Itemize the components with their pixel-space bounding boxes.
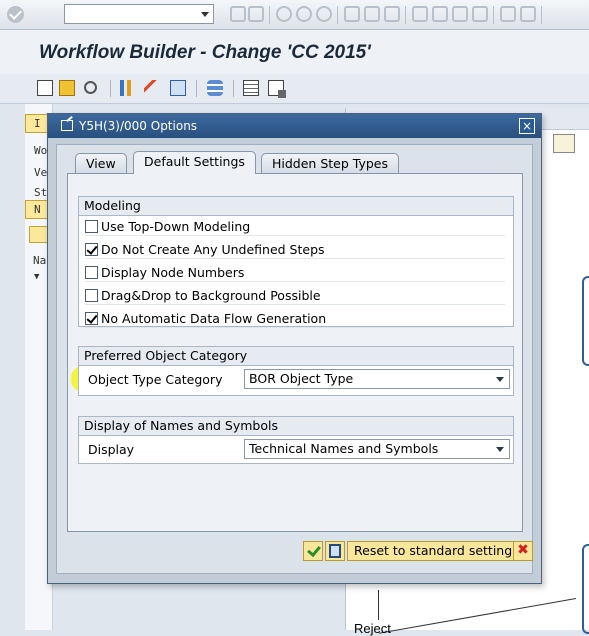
dialog-title: Y5H(3)/000 Options [79, 119, 198, 133]
default-settings-panel: Modeling Use Top-Down Modeling Do Not Cr… [67, 173, 523, 532]
display-label: Display [88, 442, 135, 457]
application-toolbar [0, 74, 589, 104]
open-folder-icon[interactable] [59, 80, 75, 96]
enter-check-icon[interactable] [7, 6, 24, 23]
modeling-group: Modeling [78, 196, 514, 327]
options-dialog: Y5H(3)/000 Options × View Default Settin… [47, 113, 542, 584]
find-icon[interactable] [364, 6, 380, 22]
object-type-category-select[interactable]: BOR Object Type [244, 369, 510, 389]
dialog-title-bar[interactable]: Y5H(3)/000 Options × [48, 114, 541, 138]
names-symbols-group: Display of Names and Symbols Display Tec… [78, 416, 514, 464]
flow-line [378, 590, 379, 620]
exit-icon[interactable] [296, 6, 312, 22]
workflow-node[interactable] [582, 276, 589, 366]
checkbox[interactable] [85, 289, 98, 302]
object-type-category-row: Object Type Category BOR Object Type [86, 368, 510, 390]
back-nav-icon[interactable] [276, 6, 292, 22]
tab-default-settings[interactable]: Default Settings [133, 151, 256, 174]
toolbar-separator [269, 6, 270, 24]
bg-text-wo: Wo [34, 144, 48, 157]
toolbar-separator [493, 6, 494, 24]
shortcut-icon[interactable] [520, 6, 536, 22]
names-symbols-heading: Display of Names and Symbols [79, 417, 513, 436]
toolbar-separator [196, 80, 197, 97]
previous-page-icon[interactable] [432, 6, 448, 22]
list-detail-icon[interactable] [268, 80, 286, 98]
option-label: No Automatic Data Flow Generation [101, 311, 327, 326]
tab-i-label: I [34, 117, 41, 130]
toolbar-separator [541, 6, 542, 24]
tab-hidden-step-types[interactable]: Hidden Step Types [261, 153, 399, 173]
list-icon[interactable] [243, 80, 259, 96]
display-glasses-icon[interactable] [84, 81, 97, 94]
option-display-node-numbers[interactable]: Display Node Numbers [85, 263, 505, 282]
checkbox-checked[interactable] [85, 312, 98, 325]
tab-n-label: N [34, 203, 41, 216]
back-icon[interactable] [230, 6, 246, 22]
checkbox-checked[interactable] [85, 243, 98, 256]
find-next-icon[interactable] [384, 6, 400, 22]
print-icon[interactable] [344, 6, 360, 22]
checkbox[interactable] [85, 220, 98, 233]
toolbar-separator [337, 6, 338, 24]
option-label: Use Top-Down Modeling [101, 219, 251, 234]
display-row: Display Technical Names and Symbols [86, 438, 510, 460]
title-bar: Workflow Builder - Change 'CC 2015' [0, 30, 589, 74]
close-button[interactable]: × [519, 118, 535, 134]
activate-wand-icon[interactable] [144, 80, 160, 96]
option-no-auto-data-flow[interactable]: No Automatic Data Flow Generation [85, 309, 505, 328]
bg-text-ve: Ve [34, 166, 48, 179]
save-button[interactable] [325, 541, 345, 561]
option-no-undefined-steps[interactable]: Do Not Create Any Undefined Steps [85, 240, 505, 259]
reject-label: Reject [354, 621, 391, 636]
bg-text-st: St [34, 186, 48, 199]
toolbar-separator [233, 80, 234, 97]
save-icon[interactable] [248, 6, 264, 22]
toolbar-separator [110, 80, 111, 97]
page-title: Workflow Builder - Change 'CC 2015' [39, 42, 371, 63]
checkbox[interactable] [85, 266, 98, 279]
save-disk-icon [329, 544, 341, 558]
modeling-heading: Modeling [79, 197, 513, 216]
dialog-body: View Default Settings Hidden Step Types … [56, 144, 533, 574]
command-field[interactable] [64, 4, 214, 24]
confirm-button[interactable] [303, 541, 323, 561]
option-label: Do Not Create Any Undefined Steps [101, 242, 325, 257]
select-value: BOR Object Type [249, 371, 354, 386]
first-page-icon[interactable] [412, 6, 428, 22]
hierarchy-icon[interactable] [120, 80, 136, 96]
test-monitor-icon[interactable] [170, 80, 186, 96]
select-value: Technical Names and Symbols [249, 441, 439, 456]
option-label: Drag&Drop to Background Possible [101, 288, 321, 303]
graphic-select-button[interactable] [553, 134, 575, 153]
cancel-icon[interactable] [316, 6, 332, 22]
option-drag-drop-background[interactable]: Drag&Drop to Background Possible [85, 286, 505, 305]
option-top-down-modeling[interactable]: Use Top-Down Modeling [85, 217, 505, 236]
left-arrow-button[interactable] [29, 226, 49, 243]
chevron-down-icon[interactable] [496, 447, 504, 452]
preferred-object-category-heading: Preferred Object Category [79, 347, 513, 366]
toolbar-separator [405, 6, 406, 24]
database-icon[interactable] [207, 80, 223, 96]
reset-to-standard-button[interactable]: Reset to standard setting [347, 541, 520, 561]
workflow-node[interactable] [582, 544, 589, 634]
display-select[interactable]: Technical Names and Symbols [244, 439, 510, 459]
chevron-down-icon[interactable] [201, 12, 209, 17]
preferred-object-category-group: Preferred Object Category Object Type Ca… [78, 346, 514, 396]
tab-view[interactable]: View [75, 153, 127, 173]
edit-window-icon [61, 120, 73, 131]
new-session-icon[interactable] [500, 6, 516, 22]
next-page-icon[interactable] [452, 6, 468, 22]
tree-expand-icon[interactable]: ▼ [34, 272, 39, 282]
object-type-category-label: Object Type Category [88, 372, 223, 387]
option-label: Display Node Numbers [101, 265, 245, 280]
chevron-down-icon[interactable] [496, 377, 504, 382]
last-page-icon[interactable] [472, 6, 488, 22]
system-toolbar [0, 0, 589, 30]
flow-line [378, 598, 577, 634]
new-document-icon[interactable] [37, 80, 53, 96]
cancel-button[interactable]: ✖ [513, 541, 533, 561]
